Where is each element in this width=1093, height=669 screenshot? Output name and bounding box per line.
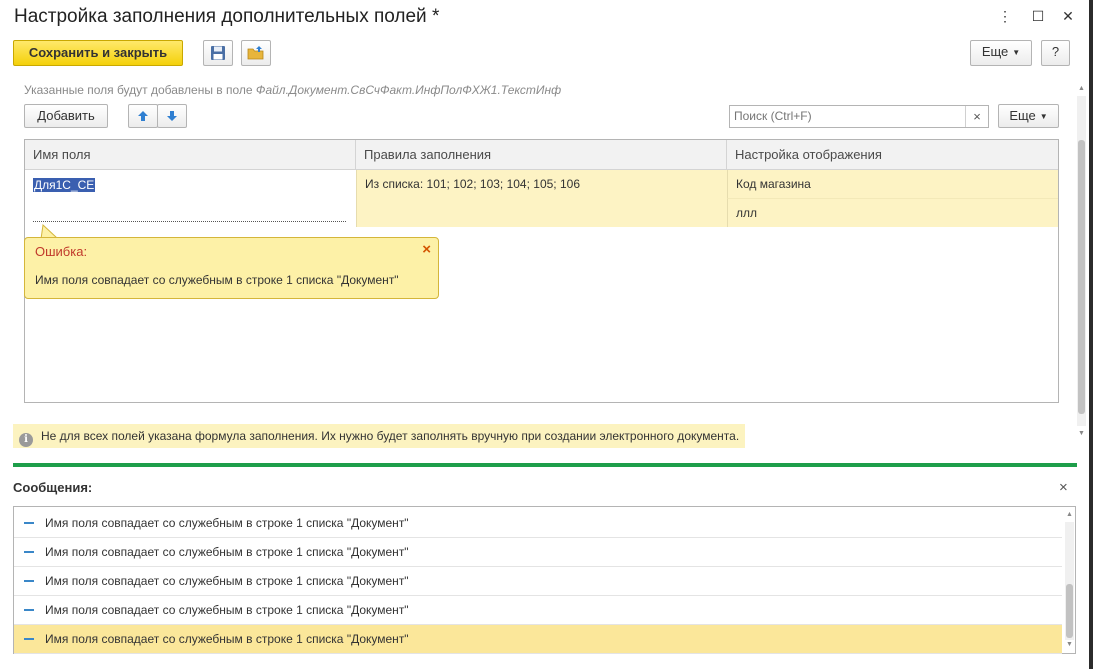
error-close-icon[interactable]: × bbox=[422, 241, 431, 258]
folder-upload-icon bbox=[247, 46, 264, 60]
move-down-button[interactable] bbox=[157, 104, 187, 128]
form-scroll-up-icon[interactable]: ▲ bbox=[1077, 85, 1086, 92]
dash-icon bbox=[24, 551, 34, 553]
table-row-field-name-cell[interactable]: Для1С_СЕ bbox=[25, 170, 356, 227]
chevron-down-icon: ▼ bbox=[1039, 112, 1048, 121]
messages-scroll-up-icon[interactable]: ▲ bbox=[1065, 511, 1074, 518]
window-edge bbox=[1089, 0, 1093, 669]
info-icon: i bbox=[19, 433, 33, 447]
message-item[interactable]: Имя поля совпадает со служебным в строке… bbox=[14, 567, 1062, 596]
add-button[interactable]: Добавить bbox=[24, 104, 108, 128]
save-and-close-button[interactable]: Сохранить и закрыть bbox=[13, 40, 183, 66]
messages-divider bbox=[13, 463, 1077, 467]
rules-value: Из списка: 101; 102; 103; 104; 105; 106 bbox=[365, 177, 580, 191]
floppy-disk-icon bbox=[211, 46, 225, 60]
save-button[interactable] bbox=[203, 40, 233, 66]
table-more-button[interactable]: Еще ▼ bbox=[998, 104, 1059, 128]
message-text: Имя поля совпадает со служебным в строке… bbox=[45, 545, 409, 559]
move-up-button[interactable] bbox=[128, 104, 158, 128]
messages-list[interactable]: Имя поля совпадает со служебным в строке… bbox=[13, 506, 1076, 654]
arrow-down-icon bbox=[167, 111, 177, 121]
table-more-label: Еще bbox=[1009, 108, 1036, 123]
search-clear-icon[interactable]: × bbox=[965, 106, 988, 127]
message-text: Имя поля совпадает со служебным в строке… bbox=[45, 574, 409, 588]
message-item-selected[interactable]: Имя поля совпадает со служебным в строке… bbox=[14, 625, 1062, 654]
table-row-display-cell-2[interactable]: ллл bbox=[727, 199, 1058, 227]
display-value-2: ллл bbox=[736, 206, 758, 220]
arrow-up-icon bbox=[138, 111, 148, 121]
column-header-display[interactable]: Настройка отображения bbox=[727, 140, 1058, 170]
form-scrollbar[interactable] bbox=[1077, 96, 1086, 426]
export-button[interactable] bbox=[241, 40, 271, 66]
form-scroll-thumb[interactable] bbox=[1078, 140, 1085, 414]
message-text: Имя поля совпадает со служебным в строке… bbox=[45, 603, 409, 617]
maximize-icon[interactable]: ☐ bbox=[1028, 8, 1048, 28]
more-menu-icon[interactable]: ⋮ bbox=[995, 8, 1015, 28]
column-header-rules[interactable]: Правила заполнения bbox=[356, 140, 727, 170]
table-row-display-cell-1[interactable]: Код магазина bbox=[727, 170, 1058, 199]
fields-hint-prefix: Указанные поля будут добавлены в поле bbox=[24, 83, 256, 97]
error-callout: Ошибка: × Имя поля совпадает со служебны… bbox=[24, 237, 439, 299]
message-text: Имя поля совпадает со служебным в строке… bbox=[45, 516, 409, 530]
message-text: Имя поля совпадает со служебным в строке… bbox=[45, 632, 409, 646]
message-item[interactable]: Имя поля совпадает со служебным в строке… bbox=[14, 538, 1062, 567]
fields-hint-path: Файл.Документ.СвСчФакт.ИнфПолФХЖ1.ТекстИ… bbox=[255, 83, 562, 97]
message-item[interactable]: Имя поля совпадает со служебным в строке… bbox=[14, 596, 1062, 625]
chevron-down-icon: ▼ bbox=[1012, 48, 1021, 57]
dash-icon bbox=[24, 638, 34, 640]
field-name-editor[interactable]: Для1С_СЕ bbox=[33, 178, 96, 192]
display-value-1: Код магазина bbox=[736, 177, 811, 191]
window-title: Настройка заполнения дополнительных поле… bbox=[14, 6, 440, 27]
messages-scroll-thumb[interactable] bbox=[1066, 584, 1073, 638]
messages-scrollbar[interactable] bbox=[1065, 522, 1074, 640]
dash-icon bbox=[24, 580, 34, 582]
info-bar: i Не для всех полей указана формула запол… bbox=[13, 424, 746, 448]
table-row-rules-cell[interactable]: Из списка: 101; 102; 103; 104; 105; 106 bbox=[356, 170, 727, 227]
messages-close-icon[interactable]: × bbox=[1059, 479, 1068, 496]
dash-icon bbox=[24, 609, 34, 611]
close-icon[interactable]: ✕ bbox=[1058, 8, 1078, 28]
toolbar-more-label: Еще bbox=[981, 44, 1009, 59]
messages-title: Сообщения: bbox=[13, 480, 93, 495]
info-text: Не для всех полей указана формула заполн… bbox=[41, 429, 740, 443]
messages-scroll-down-icon[interactable]: ▼ bbox=[1065, 641, 1074, 648]
toolbar-more-button[interactable]: Еще ▼ bbox=[970, 40, 1032, 66]
field-name-value[interactable]: Для1С_СЕ bbox=[33, 178, 96, 192]
message-item[interactable]: Имя поля совпадает со служебным в строке… bbox=[14, 509, 1062, 538]
column-header-field-name[interactable]: Имя поля bbox=[25, 140, 356, 170]
help-button[interactable]: ? bbox=[1041, 40, 1070, 66]
error-title: Ошибка: bbox=[35, 244, 88, 259]
dash-icon bbox=[24, 522, 34, 524]
search-input[interactable] bbox=[730, 106, 970, 126]
error-text: Имя поля совпадает со служебным в строке… bbox=[35, 273, 399, 287]
field-name-underline bbox=[33, 221, 346, 222]
form-scroll-down-icon[interactable]: ▼ bbox=[1077, 430, 1086, 437]
fields-hint: Указанные поля будут добавлены в поле Фа… bbox=[24, 83, 561, 97]
search-box[interactable]: × bbox=[729, 105, 989, 128]
